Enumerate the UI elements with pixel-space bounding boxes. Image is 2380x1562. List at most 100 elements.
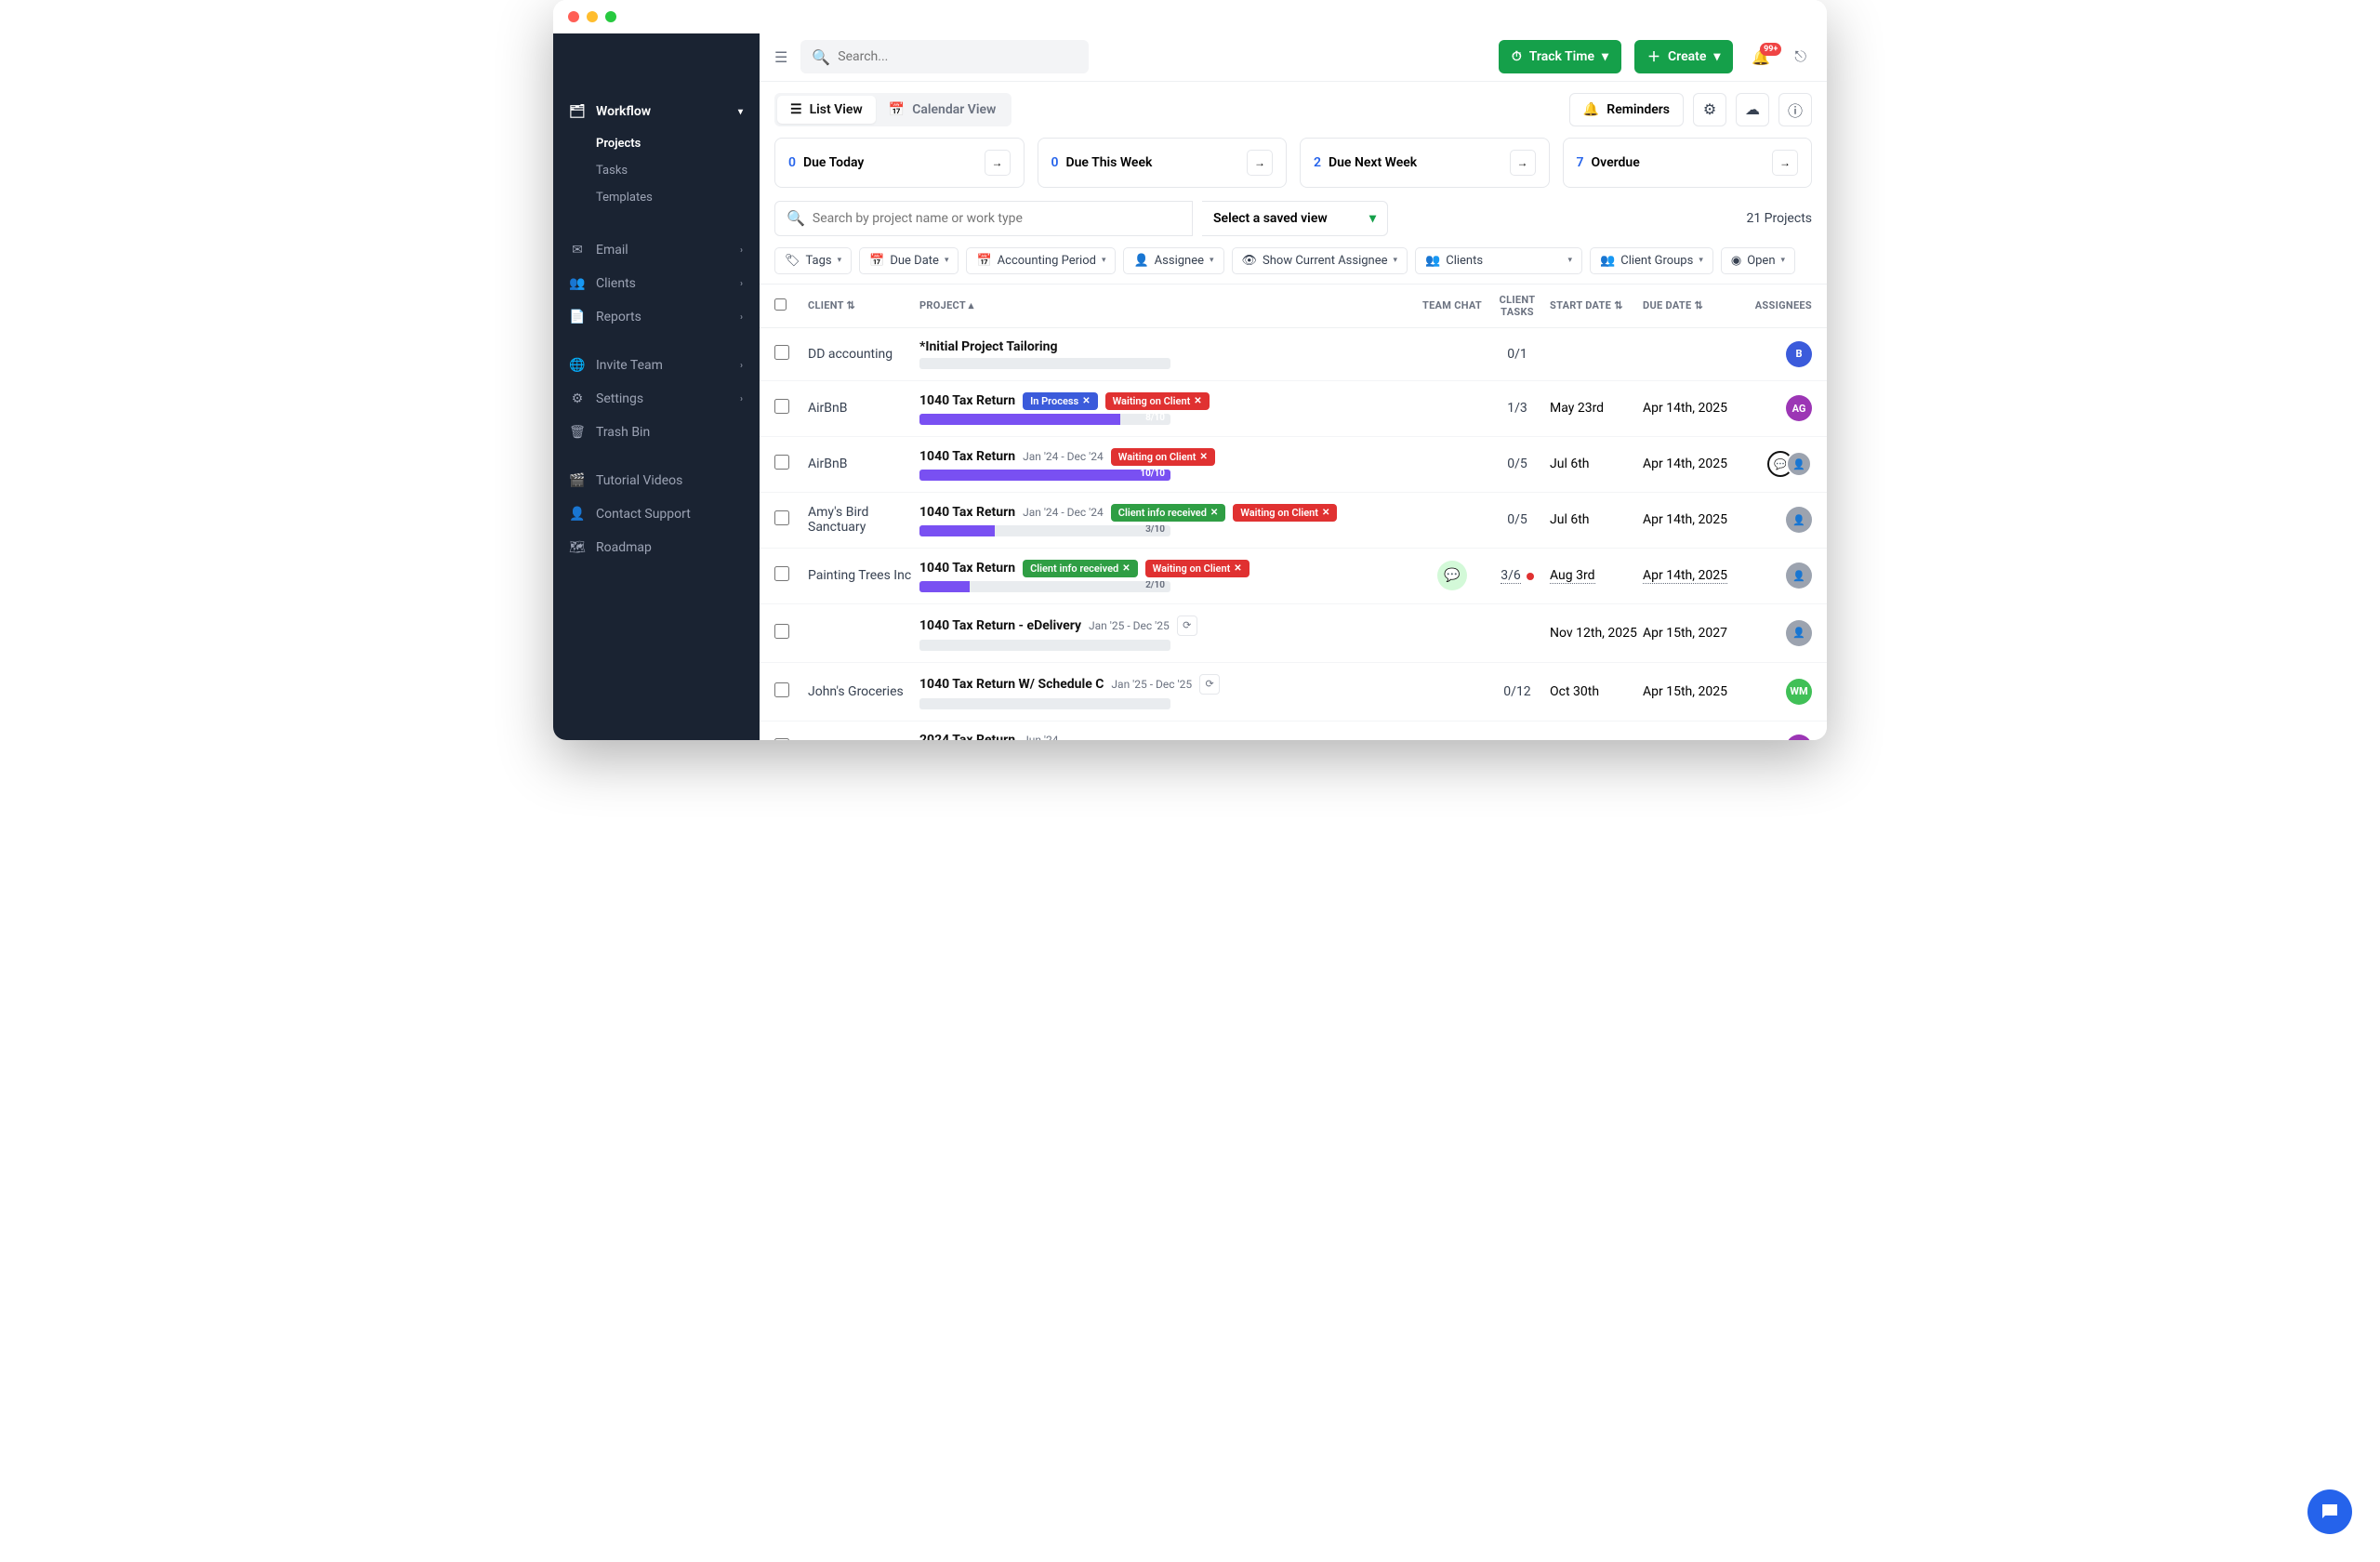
sidebar-item-tasks[interactable]: Tasks (596, 157, 760, 184)
menu-toggle-icon[interactable]: ☰ (774, 48, 787, 66)
table-row[interactable]: John's Groceries 1040 Tax Return W/ Sche… (760, 663, 1827, 721)
arrow-right-icon[interactable]: → (1510, 150, 1536, 176)
column-start-date[interactable]: START DATE ⇅ (1550, 299, 1643, 311)
sidebar-item-email[interactable]: ✉ Email › (553, 233, 760, 267)
status-tag[interactable]: Waiting on Client ✕ (1233, 504, 1337, 522)
status-tag[interactable]: Waiting on Client ✕ (1111, 448, 1215, 466)
sidebar-item-projects[interactable]: Projects (596, 130, 760, 157)
column-assignees[interactable]: ASSIGNEES (1745, 299, 1812, 311)
arrow-right-icon[interactable]: → (985, 150, 1011, 176)
reminders-button[interactable]: 🔔 Reminders (1569, 93, 1684, 126)
assignee-avatar[interactable]: WM (1786, 679, 1812, 705)
sidebar-item-trash-bin[interactable]: 🗑 Trash Bin (553, 416, 760, 449)
table-row[interactable]: Amy's Bird Sanctuary 1040 Tax Return Jan… (760, 493, 1827, 549)
sidebar-item-roadmap[interactable]: 🗺 Roadmap (553, 531, 760, 564)
table-row[interactable]: AirBnB 1040 Tax Return In Process ✕ Wait… (760, 381, 1827, 437)
search-input[interactable] (838, 49, 1078, 64)
filter-open[interactable]: ◉Open▾ (1721, 247, 1795, 274)
track-time-button[interactable]: ⏱ Track Time ▾ (1499, 40, 1621, 73)
saved-view-select[interactable]: Select a saved view ▾ (1202, 201, 1388, 236)
project-name[interactable]: *Initial Project Tailoring (919, 339, 1057, 354)
status-tag[interactable]: Waiting on Client ✕ (1105, 392, 1210, 410)
help-chat-button[interactable] (2307, 1489, 2352, 1534)
row-checkbox[interactable] (774, 455, 789, 470)
sidebar-item-contact-support[interactable]: 👤 Contact Support (553, 497, 760, 531)
status-tag[interactable]: Client info received ✕ (1111, 504, 1226, 522)
row-checkbox[interactable] (774, 682, 789, 697)
column-due-date[interactable]: DUE DATE ⇅ (1643, 299, 1745, 311)
remove-tag-icon[interactable]: ✕ (1210, 508, 1218, 518)
arrow-right-icon[interactable]: → (1772, 150, 1798, 176)
sidebar-item-workflow[interactable]: 🗂 Workflow ▾ (553, 95, 760, 128)
remove-tag-icon[interactable]: ✕ (1199, 452, 1207, 462)
assignee-stack[interactable]: 💬👤 (1745, 451, 1812, 477)
client-tasks-value[interactable]: 3/6 (1501, 568, 1521, 584)
project-name[interactable]: 1040 Tax Return (919, 505, 1015, 520)
column-client-tasks[interactable]: CLIENT TASKS (1485, 294, 1550, 318)
project-name[interactable]: 1040 Tax Return - eDelivery (919, 618, 1081, 633)
arrow-right-icon[interactable]: → (1247, 150, 1273, 176)
row-checkbox[interactable] (774, 566, 789, 581)
table-row[interactable]: AirBnB 1040 Tax Return Jan '24 - Dec '24… (760, 437, 1827, 493)
team-chat-button[interactable]: 💬 (1437, 561, 1467, 590)
status-tag[interactable]: Client info received ✕ (1023, 560, 1138, 577)
table-row[interactable]: 1040 Tax Return - eDelivery Jan '25 - De… (760, 604, 1827, 663)
remove-tag-icon[interactable]: ✕ (1122, 563, 1130, 574)
info-button[interactable]: ⓘ (1778, 93, 1812, 126)
window-close-icon[interactable] (568, 11, 579, 22)
stat-card[interactable]: 0 Due This Week → (1038, 138, 1288, 188)
notifications-button[interactable]: 🔔 99+ (1746, 48, 1776, 66)
stat-card[interactable]: 0 Due Today → (774, 138, 1025, 188)
project-name[interactable]: 1040 Tax Return (919, 449, 1015, 464)
filter-due-date[interactable]: 📅Due Date▾ (859, 247, 959, 274)
project-name[interactable]: 1040 Tax Return W/ Schedule C (919, 677, 1104, 692)
calendar-view-button[interactable]: 📅 Calendar View (876, 96, 1010, 124)
assignee-avatar[interactable]: 👤 (1786, 563, 1812, 589)
assignee-avatar[interactable]: AG (1786, 735, 1812, 740)
column-project[interactable]: PROJECT ▴ (919, 299, 1420, 311)
stat-card[interactable]: 2 Due Next Week → (1300, 138, 1550, 188)
project-name[interactable]: 1040 Tax Return (919, 561, 1015, 576)
sidebar-item-reports[interactable]: 📄 Reports › (553, 300, 760, 334)
row-checkbox[interactable] (774, 399, 789, 414)
sidebar-item-settings[interactable]: ⚙ Settings › (553, 382, 760, 416)
window-minimize-icon[interactable] (587, 11, 598, 22)
filter-assignee[interactable]: 👤Assignee▾ (1123, 247, 1223, 274)
download-button[interactable]: ☁ (1736, 93, 1769, 126)
sidebar-item-clients[interactable]: 👥 Clients › (553, 267, 760, 300)
project-name[interactable]: 2024 Tax Return (919, 733, 1015, 740)
assignee-avatar[interactable]: 👤 (1786, 620, 1812, 646)
project-search-input[interactable] (813, 211, 1181, 226)
filter-show-current-assignee[interactable]: 👁Show Current Assignee▾ (1232, 247, 1408, 274)
column-team-chat[interactable]: TEAM CHAT (1420, 299, 1485, 311)
sidebar-item-invite-team[interactable]: 🌐 Invite Team › (553, 349, 760, 382)
remove-tag-icon[interactable]: ✕ (1234, 563, 1241, 574)
status-tag[interactable]: In Process ✕ (1023, 392, 1098, 410)
status-tag[interactable]: Waiting on Client ✕ (1145, 560, 1250, 577)
settings-button[interactable]: ⚙ (1693, 93, 1726, 126)
row-checkbox[interactable] (774, 510, 789, 525)
stat-card[interactable]: 7 Overdue → (1563, 138, 1813, 188)
assignee-avatar[interactable]: B (1786, 341, 1812, 367)
remove-tag-icon[interactable]: ✕ (1322, 508, 1329, 518)
global-search[interactable]: 🔍 (800, 40, 1089, 73)
logout-button[interactable]: ⎋ (1789, 47, 1812, 66)
filter-client-groups[interactable]: 👥Client Groups▾ (1590, 247, 1713, 274)
column-client[interactable]: CLIENT ⇅ (808, 299, 919, 311)
table-row[interactable]: AirBnB 2024 Tax Return Jun '24 10/10 0/3… (760, 721, 1827, 740)
create-button[interactable]: ＋ Create ▾ (1634, 40, 1733, 73)
filter-accounting-period[interactable]: 📅Accounting Period▾ (966, 247, 1116, 274)
list-view-button[interactable]: ☰ List View (777, 96, 876, 124)
filter-tags[interactable]: 🏷Tags▾ (774, 247, 852, 274)
remove-tag-icon[interactable]: ✕ (1194, 396, 1201, 406)
project-name[interactable]: 1040 Tax Return (919, 393, 1015, 408)
assignee-avatar[interactable]: AG (1786, 395, 1812, 421)
window-maximize-icon[interactable] (605, 11, 616, 22)
assignee-avatar[interactable]: 👤 (1786, 507, 1812, 533)
remove-tag-icon[interactable]: ✕ (1082, 396, 1090, 406)
row-checkbox[interactable] (774, 624, 789, 639)
table-row[interactable]: Painting Trees Inc 1040 Tax Return Clien… (760, 549, 1827, 604)
filter-clients[interactable]: 👥Clients▾ (1415, 247, 1582, 274)
row-checkbox[interactable] (774, 738, 789, 740)
project-search[interactable]: 🔍 (774, 201, 1193, 236)
